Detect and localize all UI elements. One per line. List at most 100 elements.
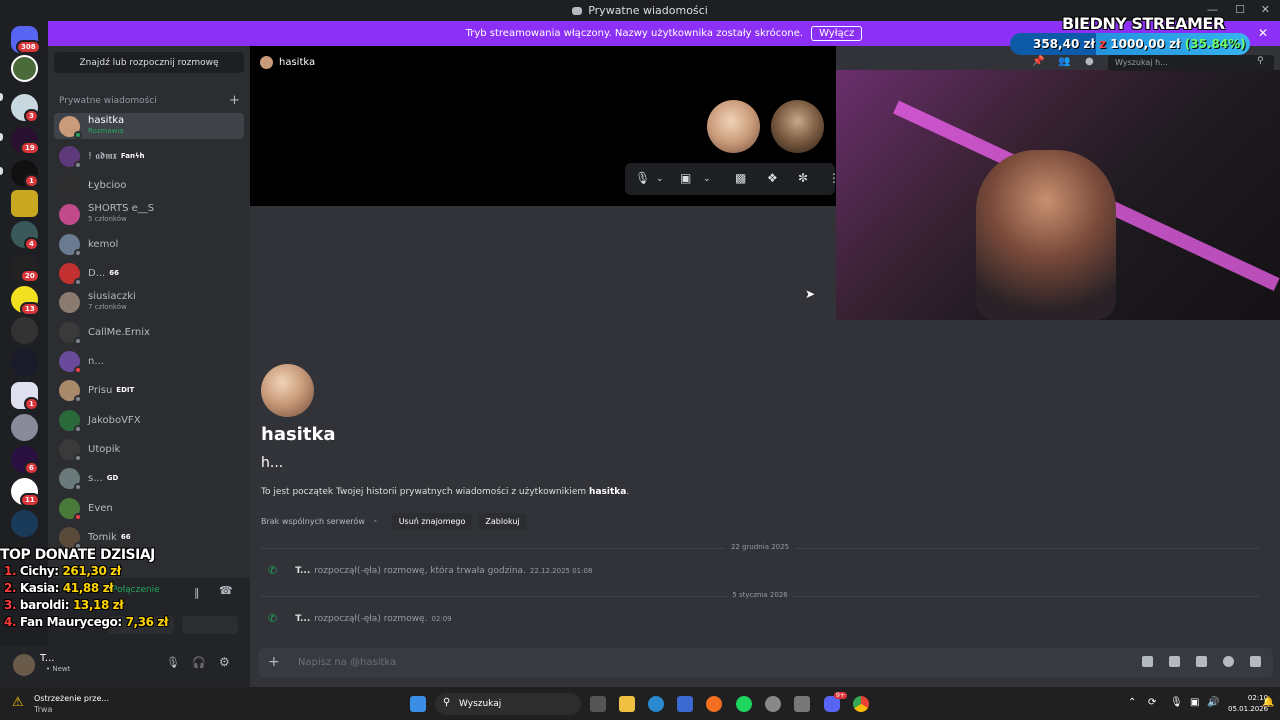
dm-avatar-icon[interactable] [11,55,38,82]
dm-item[interactable]: ! 𝖆𝖉𝖒𝖝 Fanϟh [54,143,244,169]
tray-chevron-icon[interactable]: ⌃ [1128,697,1136,708]
status-dot [74,130,82,139]
server-icon[interactable] [11,190,38,217]
settings-icon[interactable] [794,696,810,712]
app-icon[interactable] [765,696,781,712]
dm-name: D... [88,267,106,279]
dm-item[interactable]: SHORTS e__S 5 członków [54,201,244,227]
dm-item[interactable]: s... GD [54,465,244,491]
dm-item[interactable]: Prisu EDIT [54,377,244,403]
dm-name: hasitka [88,115,125,126]
chevron-down-icon[interactable]: ⌄ [656,174,664,184]
notifications-icon[interactable]: 🔔 [1262,697,1274,708]
camera-off-icon[interactable]: ▣ [680,171,691,185]
dm-item[interactable]: hasitka Rozmawia [54,113,244,139]
task-view-icon[interactable] [590,696,606,712]
volume-icon[interactable]: 🔊 [1207,697,1219,708]
dm-item[interactable]: kemol [54,231,244,257]
remove-friend-button[interactable]: Usuń znajomego [391,513,473,530]
soundboard-icon[interactable]: ✼ [798,171,808,185]
apps-icon[interactable] [1250,656,1261,667]
message-input[interactable]: Napisz na @hasitka [298,657,396,668]
mouse-cursor: ➤ [805,287,816,301]
gif-icon[interactable] [1169,656,1180,667]
file-explorer-icon[interactable] [619,696,635,712]
spotify-icon[interactable] [736,696,752,712]
unread-pill [0,93,3,101]
dm-item[interactable]: siusiaczki 7 członków [54,289,244,315]
call-participant-avatar[interactable] [771,100,824,153]
dm-name: JakoboVFX [88,414,141,426]
voice-activity-icon: ‖ [194,586,200,599]
user-avatar[interactable] [13,654,35,676]
gift-icon[interactable] [1142,656,1153,667]
attach-plus-icon[interactable]: + [268,654,280,670]
store-icon[interactable] [677,696,693,712]
message-composer[interactable]: + Napisz na @hasitka [258,648,1273,678]
close-icon[interactable]: ✕ [1258,26,1268,40]
dm-item[interactable]: Even [54,495,244,521]
activities-button[interactable] [182,616,238,634]
server-icon[interactable] [11,414,38,441]
edge-icon[interactable] [648,696,664,712]
call-controls: 🎙 ⌄ ▣ ⌄ ▩ ❖ ✼ ⋮ [625,163,840,195]
call-participant-avatar[interactable] [707,100,760,153]
notification-badge: 20 [20,269,40,283]
dm-tag: EDIT [116,384,135,396]
dm-avatar [59,233,82,257]
screen-share-icon[interactable]: ▩ [735,171,746,185]
warning-icon: ⚠ [12,695,24,710]
new-dm-plus-icon[interactable]: + [229,93,240,108]
dm-avatar [59,145,82,169]
firefox-icon[interactable] [706,696,722,712]
find-conversation-button[interactable]: Znajdź lub rozpocznij rozmowę [54,52,244,73]
status-dot [74,394,82,403]
emoji-icon[interactable] [1223,656,1234,667]
add-friend-icon[interactable]: 👥 [1058,56,1070,67]
dm-name: Prisu [88,384,113,396]
notification-badge: 4 [24,237,39,251]
dm-item[interactable]: Łỵbcioo [54,172,244,198]
block-button[interactable]: Zablokuj [478,513,527,530]
search-input[interactable]: Wyszukaj h... [1108,55,1274,71]
disconnect-icon[interactable]: ☎ [219,584,233,597]
server-icon[interactable] [11,317,38,344]
profile-icon[interactable]: ● [1085,56,1094,67]
chrome-icon[interactable] [853,696,869,712]
activities-icon[interactable]: ❖ [767,171,778,185]
dm-avatar [59,438,82,462]
windows-start-icon[interactable] [410,696,426,712]
dm-avatar [59,526,82,550]
notification-badge: 1 [24,174,39,188]
server-icon[interactable] [11,349,38,376]
dm-item[interactable]: Utopik [54,436,244,462]
notification-badge: 1 [24,397,39,411]
dm-item[interactable]: JakoboVFX [54,407,244,433]
dm-item[interactable]: D... 66 [54,260,244,286]
webcam-overlay [836,70,1280,320]
dm-tag: 66 [109,267,119,279]
taskbar-search[interactable]: Wyszukaj [435,693,581,715]
sticker-icon[interactable] [1196,656,1207,667]
headphones-icon[interactable]: 🎧 [192,656,206,669]
disable-streamer-mode-button[interactable]: Wyłącz [811,26,863,41]
warning-notification[interactable]: Ostrzeżenie prze... Trwa [34,693,109,715]
donate-row: 2. Kasia: 41,88 zł [4,581,114,595]
close-window-button[interactable]: ✕ [1261,3,1270,16]
pin-icon[interactable]: 📌 [1032,56,1044,67]
status-dot [74,424,82,433]
microphone-icon[interactable]: 🎙 [1170,697,1183,708]
microphone-icon[interactable]: 🎙 [635,171,650,185]
network-icon[interactable]: ▣ [1190,697,1199,708]
search-icon[interactable]: ⚲ [1257,56,1264,66]
profile-avatar[interactable] [261,364,314,417]
settings-gear-icon[interactable]: ⚙ [219,655,230,669]
chevron-down-icon[interactable]: ⌄ [703,174,711,184]
dm-item[interactable]: CallMe.Ernix [54,319,244,345]
call-message: ✆ T... rozpoczął(-ęła) rozmowę. 02:09 [268,612,452,625]
unread-pill [0,167,3,175]
sync-icon[interactable]: ⟳ [1148,697,1156,708]
server-icon[interactable] [11,510,38,537]
microphone-icon[interactable]: 🎙 [166,656,180,669]
dm-item[interactable]: n... [54,348,244,374]
